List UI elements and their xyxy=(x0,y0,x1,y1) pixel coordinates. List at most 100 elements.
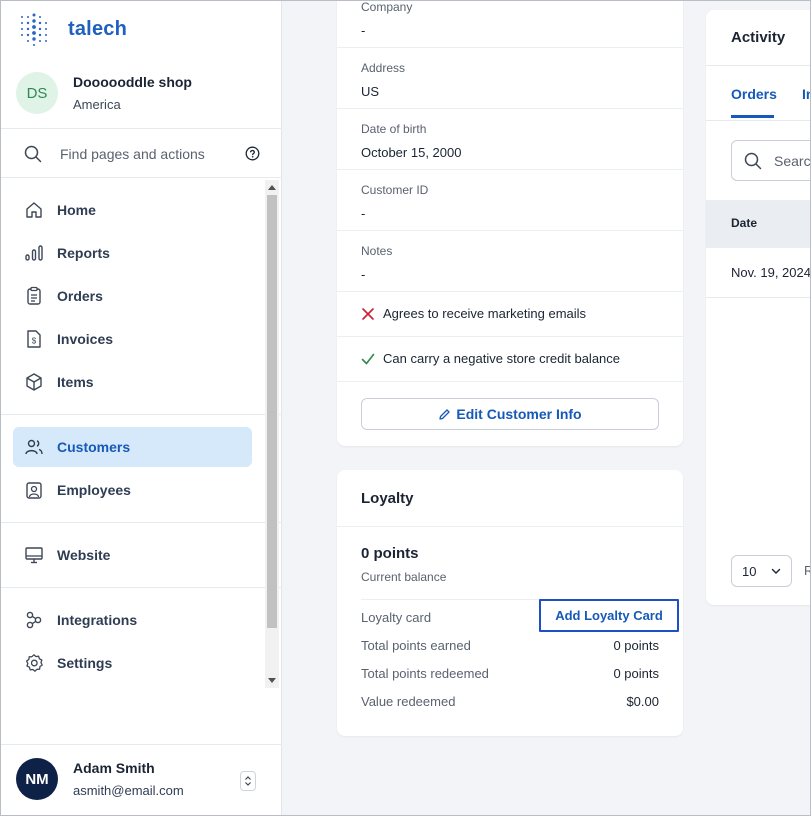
edit-customer-info-label: Edit Customer Info xyxy=(456,406,582,422)
tab-invoices[interactable]: In xyxy=(802,86,811,102)
sidebar-item-website[interactable]: Website xyxy=(13,535,252,575)
page-size-select[interactable]: 10 xyxy=(731,555,792,587)
sidebar-item-label: Orders xyxy=(57,288,103,304)
sidebar-item-label: Reports xyxy=(57,245,110,261)
sidebar-item-items[interactable]: Items xyxy=(13,362,252,402)
divider xyxy=(706,65,811,66)
loyalty-stat-row: Total points earned 0 points xyxy=(361,638,659,653)
user-account[interactable]: NM Adam Smith asmith@email.com xyxy=(16,758,266,800)
sidebar-item-reports[interactable]: Reports xyxy=(13,233,252,273)
shop-name: Doooooddle shop xyxy=(73,74,192,90)
sidebar-item-label: Customers xyxy=(57,439,131,455)
search-bar[interactable]: Find pages and actions xyxy=(24,143,264,165)
shop-switcher[interactable]: DS Doooooddle shop America xyxy=(16,72,192,114)
gear-icon xyxy=(25,654,43,672)
scroll-up-arrow-icon[interactable] xyxy=(268,185,276,190)
divider xyxy=(0,587,282,588)
active-tab-indicator xyxy=(731,115,774,118)
tab-orders[interactable]: Orders xyxy=(731,86,777,102)
sidebar-item-home[interactable]: Home xyxy=(13,190,252,230)
divider xyxy=(0,414,282,415)
page-size-value: 10 xyxy=(742,563,757,579)
loyalty-stat-label: Value redeemed xyxy=(361,694,456,709)
user-name: Adam Smith xyxy=(73,760,155,776)
help-circle-icon[interactable] xyxy=(245,146,260,161)
pencil-icon xyxy=(439,408,451,420)
divider xyxy=(706,297,811,298)
activity-title: Activity xyxy=(731,29,786,46)
field-label: Date of birth xyxy=(361,122,427,136)
search-icon xyxy=(744,152,762,169)
field-company: Company - xyxy=(361,0,412,38)
add-loyalty-card-button[interactable]: Add Loyalty Card xyxy=(539,599,679,632)
bar-chart-icon xyxy=(25,245,43,261)
x-cross-icon xyxy=(362,307,374,320)
account-menu-toggle[interactable] xyxy=(240,771,256,791)
marketing-emails-status: Agrees to receive marketing emails xyxy=(361,306,586,321)
marketing-emails-text: Agrees to receive marketing emails xyxy=(383,306,587,321)
field-value: - xyxy=(361,206,366,221)
search-icon xyxy=(24,145,42,163)
loyalty-stat-label: Total points earned xyxy=(361,638,471,653)
loyalty-title: Loyalty xyxy=(361,490,414,507)
divider xyxy=(0,744,282,745)
field-value: - xyxy=(361,23,366,38)
sidebar-item-label: Items xyxy=(57,374,94,390)
activity-search-placeholder: Search xyxy=(774,152,811,169)
chevron-down-icon xyxy=(771,568,781,574)
table-cell-date[interactable]: Nov. 19, 2024 xyxy=(731,265,811,280)
column-header-date[interactable]: Date xyxy=(731,216,757,230)
edit-customer-info-button[interactable]: Edit Customer Info xyxy=(361,398,659,430)
avatar: NM xyxy=(16,758,58,800)
search-input[interactable]: Find pages and actions xyxy=(60,146,205,162)
divider xyxy=(337,230,683,231)
sidebar-item-label: Integrations xyxy=(57,612,138,628)
sidebar-item-customers[interactable]: Customers xyxy=(13,427,252,467)
divider xyxy=(337,291,683,292)
sidebar-item-settings[interactable]: Settings xyxy=(13,643,252,683)
sidebar-scrollbar[interactable] xyxy=(265,180,279,688)
field-label: Company xyxy=(361,0,413,14)
loyalty-card: Loyalty 0 points Current balance Loyalty… xyxy=(337,470,683,736)
field-label: Notes xyxy=(361,244,393,258)
sidebar-item-label: Website xyxy=(57,547,111,563)
loyalty-stat-value: 0 points xyxy=(613,638,659,653)
negative-credit-text: Can carry a negative store credit balanc… xyxy=(383,351,621,366)
field-value: October 15, 2000 xyxy=(361,145,462,160)
brand-name: talech xyxy=(68,17,128,40)
brand-logo[interactable]: talech xyxy=(18,12,127,46)
field-label: Customer ID xyxy=(361,183,429,197)
sidebar-item-label: Employees xyxy=(57,482,131,498)
chevron-up-down-icon xyxy=(245,776,251,786)
activity-search-input[interactable]: Search xyxy=(731,140,811,181)
sidebar-item-employees[interactable]: Employees xyxy=(13,470,252,510)
divider xyxy=(337,47,683,48)
user-email: asmith@email.com xyxy=(73,783,184,798)
svg-text:$: $ xyxy=(32,337,37,346)
divider xyxy=(0,522,282,523)
sidebar-item-label: Home xyxy=(57,202,96,218)
activity-card: Activity Orders In Search Date Nov. 19, … xyxy=(706,10,811,605)
loyalty-card-label: Loyalty card xyxy=(361,610,432,625)
loyalty-stat-value: $0.00 xyxy=(626,694,659,709)
invoice-icon: $ xyxy=(27,330,41,348)
table-header: Date xyxy=(706,200,811,248)
scrollbar-thumb[interactable] xyxy=(267,195,277,628)
customer-info-card: Company - Address US Date of birth Octob… xyxy=(337,0,683,446)
integrations-icon xyxy=(26,611,42,629)
users-icon xyxy=(25,439,43,455)
scroll-down-arrow-icon[interactable] xyxy=(268,678,276,683)
sidebar-item-invoices[interactable]: $ Invoices xyxy=(13,319,252,359)
box-icon xyxy=(26,373,42,391)
field-customer-id: Customer ID - xyxy=(361,183,428,221)
divider xyxy=(706,120,811,121)
divider xyxy=(0,128,282,129)
field-date-of-birth: Date of birth October 15, 2000 xyxy=(361,122,461,160)
sidebar-item-orders[interactable]: Orders xyxy=(13,276,252,316)
field-label: Address xyxy=(361,61,406,75)
sidebar-item-integrations[interactable]: Integrations xyxy=(13,600,252,640)
loyalty-stat-row: Value redeemed $0.00 xyxy=(361,694,659,709)
negative-credit-status: Can carry a negative store credit balanc… xyxy=(361,351,620,366)
divider xyxy=(0,177,282,178)
employee-badge-icon xyxy=(26,482,42,499)
